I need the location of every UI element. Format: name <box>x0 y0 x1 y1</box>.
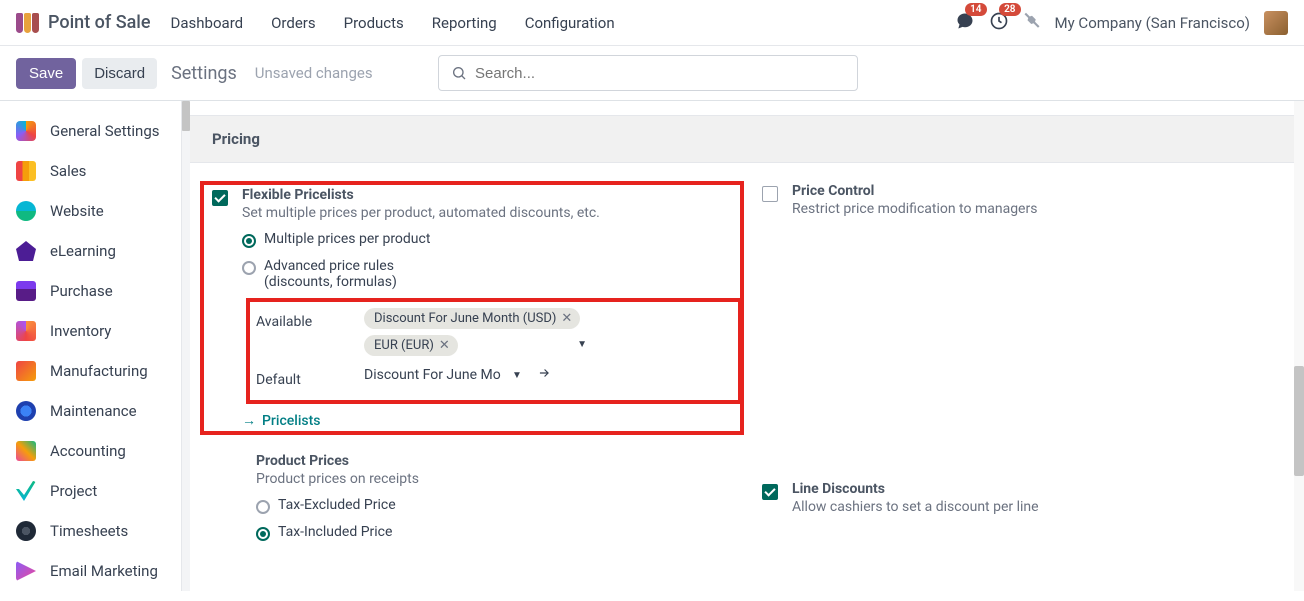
save-button[interactable]: Save <box>16 58 76 89</box>
tools-icon[interactable] <box>1023 12 1041 34</box>
available-pricelists-field[interactable]: Discount For June Month (USD)✕ EUR (EUR)… <box>364 308 589 356</box>
sidebar-item-label: Maintenance <box>50 402 137 420</box>
tag-remove-icon[interactable]: ✕ <box>439 338 450 353</box>
sidebar-item-project[interactable]: Project <box>0 471 190 511</box>
sidebar-item-label: Purchase <box>50 282 113 300</box>
chevron-down-icon[interactable]: ▼ <box>512 370 522 381</box>
unsaved-label: Unsaved changes <box>255 64 373 82</box>
sidebar-item-general[interactable]: General Settings <box>0 111 190 151</box>
sidebar-scrollbar[interactable]: General Settings Sales Website eLearning… <box>0 101 190 591</box>
radio-label: Multiple prices per product <box>264 231 430 247</box>
radio-advanced-rules[interactable] <box>242 261 256 275</box>
nav-reporting[interactable]: Reporting <box>432 14 497 32</box>
radio-tax-included[interactable] <box>256 527 270 541</box>
sidebar-item-label: Manufacturing <box>50 362 148 380</box>
sidebar-item-label: Email Marketing <box>50 562 158 580</box>
setting-desc: Restrict price modification to managers <box>792 201 1037 217</box>
sidebar-item-label: Timesheets <box>50 522 128 540</box>
setting-desc: Product prices on receipts <box>256 471 732 487</box>
highlight-box: Flexible Pricelists Set multiple prices … <box>200 181 744 435</box>
label-default: Default <box>256 366 364 388</box>
radio-label: Advanced price rules (discounts, formula… <box>264 258 397 290</box>
sidebar-item-manufacturing[interactable]: Manufacturing <box>0 351 190 391</box>
setting-title: Product Prices <box>256 453 732 469</box>
activities-icon[interactable]: 28 <box>989 11 1009 35</box>
sidebar-item-maintenance[interactable]: Maintenance <box>0 391 190 431</box>
company-selector[interactable]: My Company (San Francisco) <box>1055 14 1250 32</box>
sidebar-item-label: eLearning <box>50 242 116 260</box>
breadcrumb-settings: Settings <box>171 63 237 84</box>
nav-orders[interactable]: Orders <box>271 14 316 32</box>
setting-title: Line Discounts <box>792 481 1039 497</box>
sidebar-item-label: Website <box>50 202 104 220</box>
discard-button[interactable]: Discard <box>82 58 157 89</box>
tag-remove-icon[interactable]: ✕ <box>561 311 572 326</box>
sidebar-item-label: Project <box>50 482 97 500</box>
sidebar-item-elearning[interactable]: eLearning <box>0 231 190 271</box>
sidebar-item-label: Inventory <box>50 322 111 340</box>
sidebar-item-accounting[interactable]: Accounting <box>0 431 190 471</box>
nav-configuration[interactable]: Configuration <box>525 14 615 32</box>
radio-label: Tax-Excluded Price <box>278 497 396 513</box>
app-title: Point of Sale <box>48 12 151 33</box>
sidebar-item-inventory[interactable]: Inventory <box>0 311 190 351</box>
setting-title: Flexible Pricelists <box>242 187 732 203</box>
link-pricelists[interactable]: → Pricelists <box>242 412 732 429</box>
radio-label: Tax-Included Price <box>278 524 392 540</box>
label-available: Available <box>256 308 364 330</box>
section-pricing: Pricing <box>190 115 1304 163</box>
tag-discount-june: Discount For June Month (USD)✕ <box>364 308 580 329</box>
sidebar: General Settings Sales Website eLearning… <box>0 101 190 601</box>
sidebar-item-website[interactable]: Website <box>0 191 190 231</box>
app-icon[interactable] <box>16 11 40 35</box>
checkbox-flexible-pricelists[interactable] <box>212 190 228 206</box>
control-bar: Save Discard Settings Unsaved changes <box>0 46 1304 101</box>
top-nav: Point of Sale Dashboard Orders Products … <box>0 0 1304 46</box>
checkbox-line-discounts[interactable] <box>762 484 778 500</box>
sidebar-item-label: Accounting <box>50 442 126 460</box>
sidebar-item-label: Sales <box>50 162 86 180</box>
search-input[interactable] <box>475 65 845 82</box>
highlight-box-inner: Available Discount For June Month (USD)✕… <box>246 298 742 404</box>
checkbox-price-control[interactable] <box>762 186 778 202</box>
content-scrollbar[interactable] <box>1294 366 1304 476</box>
setting-title: Price Control <box>792 183 1037 199</box>
sidebar-item-label: General Settings <box>50 122 160 140</box>
nav-products[interactable]: Products <box>344 14 404 32</box>
arrow-right-icon: → <box>242 412 256 429</box>
tag-eur: EUR (EUR)✕ <box>364 335 458 356</box>
avatar[interactable] <box>1264 11 1288 35</box>
setting-desc: Set multiple prices per product, automat… <box>242 205 732 221</box>
content-area: Pricing Flexible Pricelists Set multiple… <box>190 101 1304 591</box>
sidebar-item-emailmarketing[interactable]: Email Marketing <box>0 551 190 591</box>
messages-icon[interactable]: 14 <box>955 11 975 35</box>
radio-tax-excluded[interactable] <box>256 500 270 514</box>
chevron-down-icon[interactable]: ▼ <box>577 339 587 350</box>
messages-badge: 14 <box>965 3 986 16</box>
activities-badge: 28 <box>999 3 1020 16</box>
default-pricelist-select[interactable]: Discount For June Mo <box>364 367 514 383</box>
radio-multiple-prices[interactable] <box>242 234 256 248</box>
sidebar-item-sales[interactable]: Sales <box>0 151 190 191</box>
search-box[interactable] <box>438 55 858 91</box>
setting-desc: Allow cashiers to set a discount per lin… <box>792 499 1039 515</box>
external-link-icon[interactable] <box>536 366 552 384</box>
nav-dashboard[interactable]: Dashboard <box>171 14 244 32</box>
sidebar-item-purchase[interactable]: Purchase <box>0 271 190 311</box>
search-icon <box>451 65 467 81</box>
nav-links: Dashboard Orders Products Reporting Conf… <box>171 14 615 32</box>
sidebar-item-timesheets[interactable]: Timesheets <box>0 511 190 551</box>
